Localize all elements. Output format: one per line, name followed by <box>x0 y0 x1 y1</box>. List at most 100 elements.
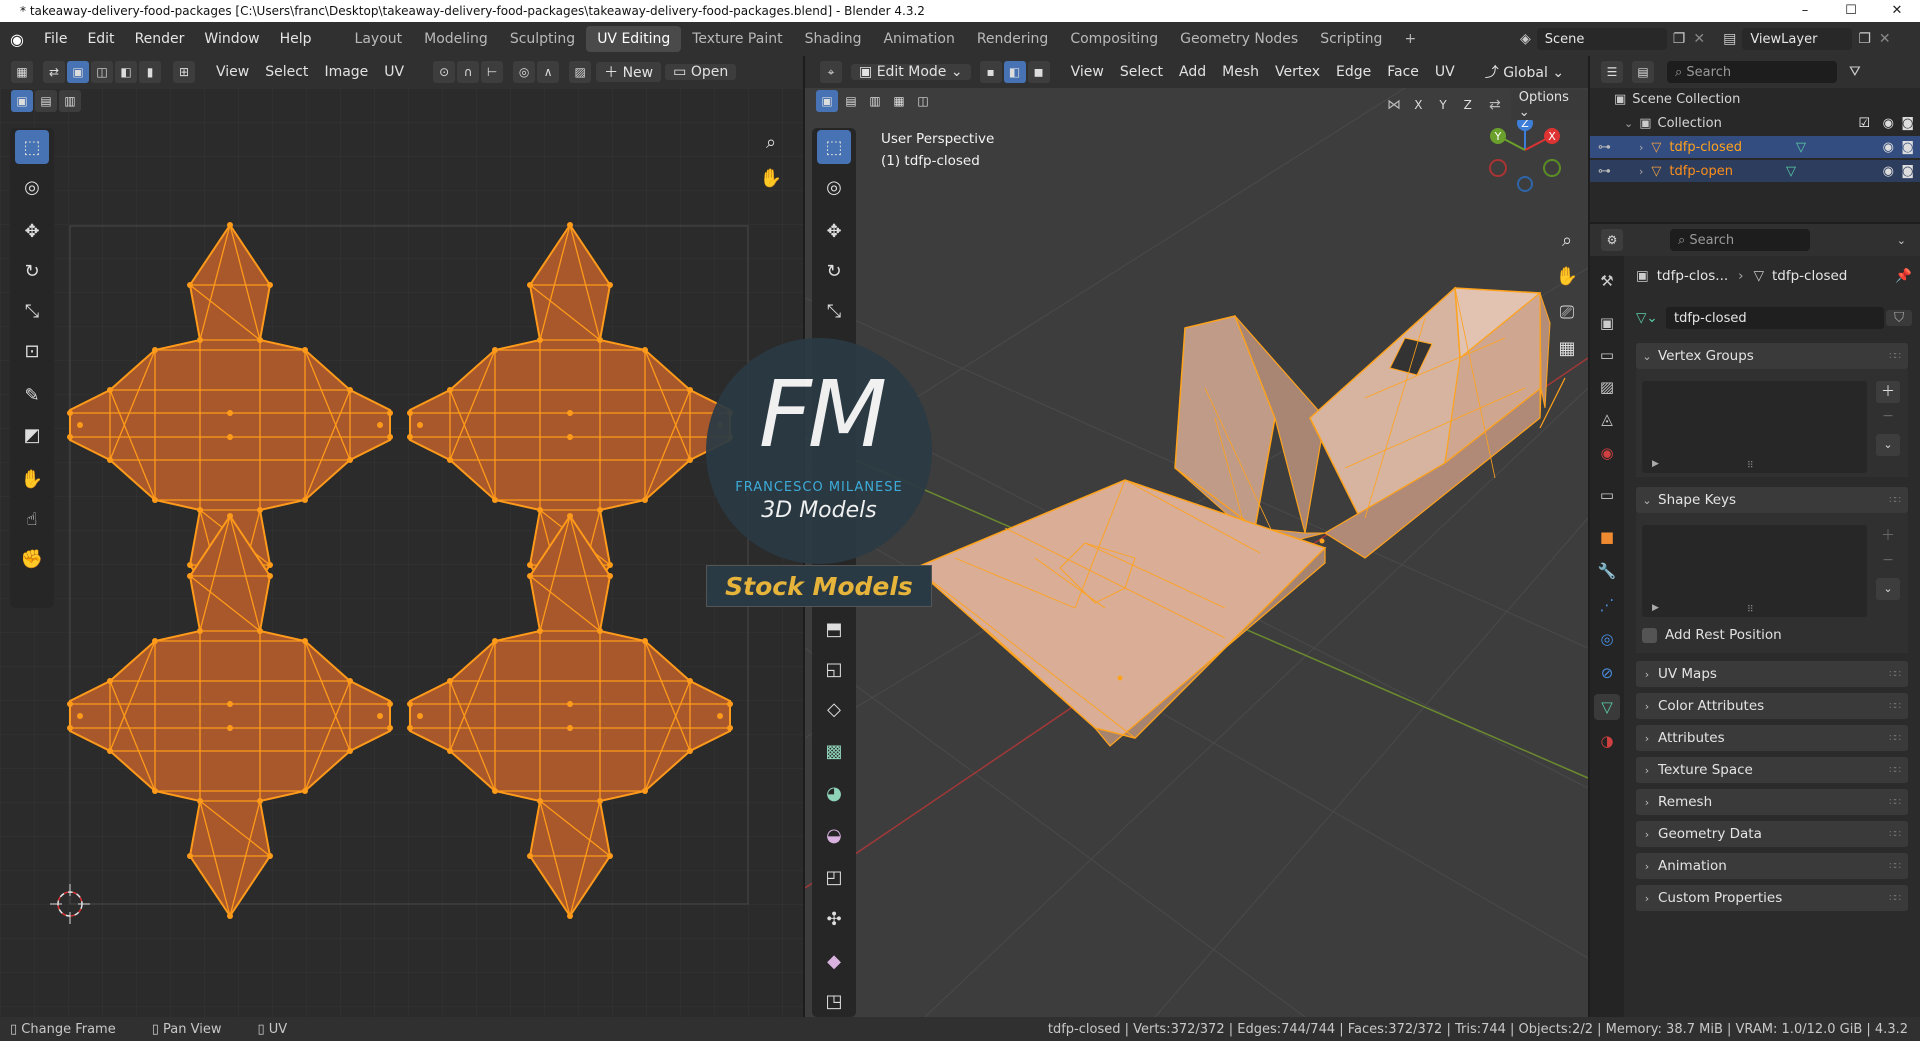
uv-maps-panel-header[interactable]: › UV Maps ∷∷ <box>1636 661 1908 687</box>
shape-keys-list[interactable]: ▶ ⠿ <box>1642 525 1867 617</box>
pin-icon[interactable]: 📌 <box>1895 268 1912 284</box>
editor-type-icon[interactable]: ▦ <box>11 61 33 83</box>
vp-menu-mesh[interactable]: Mesh <box>1214 64 1267 80</box>
uv-menu-image[interactable]: Image <box>316 64 376 80</box>
collection-visibility-icon[interactable]: ◉ <box>1883 116 1894 131</box>
vertex-select-icon[interactable]: ▣ <box>67 61 89 83</box>
object-tab-icon[interactable]: ■ <box>1594 524 1620 550</box>
spin-tool-icon[interactable]: ◰ <box>817 860 851 894</box>
menu-edit[interactable]: Edit <box>77 31 124 47</box>
vp-menu-uv[interactable]: UV <box>1427 64 1463 80</box>
fake-user-icon[interactable]: ⛉ <box>1886 310 1912 326</box>
viewlayer-selector[interactable]: ViewLayer <box>1742 28 1853 50</box>
constraints-tab-icon[interactable]: ⊘ <box>1594 660 1620 686</box>
vp-zoom-icon[interactable]: ⌕ <box>1553 226 1581 254</box>
menu-window[interactable]: Window <box>194 31 269 47</box>
vertex-group-specials-button[interactable]: ⌄ <box>1876 434 1900 456</box>
display-mode-icon[interactable]: ▤ <box>1632 61 1654 83</box>
uv-menu-select[interactable]: Select <box>257 64 316 80</box>
scene-icon[interactable]: ◈ <box>1520 31 1531 47</box>
menu-render[interactable]: Render <box>125 31 195 47</box>
object-name[interactable]: tdfp-closed <box>1669 140 1742 155</box>
pan-view-icon[interactable]: ✋ <box>757 164 785 192</box>
open-image-button[interactable]: ▭ Open <box>665 64 737 80</box>
panel-drag-handle-icon[interactable]: ∷∷ <box>1889 669 1901 680</box>
list-resize-grip-icon[interactable]: ⠿ <box>1747 605 1754 615</box>
animation-panel-header[interactable]: › Animation ∷∷ <box>1636 853 1908 879</box>
render-tab-icon[interactable]: ▣ <box>1594 310 1620 336</box>
rip-region-tool-icon[interactable]: ◳ <box>817 984 851 1017</box>
remesh-panel-header[interactable]: › Remesh ∷∷ <box>1636 789 1908 815</box>
properties-search[interactable]: ⌕ Search <box>1670 229 1810 251</box>
box-mesh[interactable] <box>913 286 1566 747</box>
new-image-button[interactable]: ＋ New <box>596 62 662 82</box>
panel-drag-handle-icon[interactable]: ∷∷ <box>1889 893 1901 904</box>
outliner-editor-type-icon[interactable]: ☰ <box>1601 61 1623 83</box>
vp-select-new-icon[interactable]: ▣ <box>816 90 838 112</box>
delete-viewlayer-icon[interactable]: ✕ <box>1879 31 1891 47</box>
mirror-x-toggle[interactable]: X <box>1408 94 1429 116</box>
panel-drag-handle-icon[interactable]: ∷∷ <box>1889 861 1901 872</box>
mode-selector[interactable]: ▣ Edit Mode ⌄ <box>851 64 971 80</box>
panel-drag-handle-icon[interactable]: ∷∷ <box>1889 495 1901 506</box>
outliner-search[interactable]: ⌕ Search <box>1667 61 1837 83</box>
vertex-mode-icon[interactable]: ▪ <box>979 61 1002 83</box>
cursor-tool-icon[interactable]: ◎ <box>15 170 49 204</box>
list-expand-icon[interactable]: ▶ <box>1652 459 1659 469</box>
panel-drag-handle-icon[interactable]: ∷∷ <box>1889 765 1901 776</box>
topology-mirror-icon[interactable]: ⇄ <box>1489 97 1501 113</box>
select-box-tool-icon[interactable]: ⬚ <box>15 130 49 164</box>
add-workspace-button[interactable]: + <box>1393 26 1427 52</box>
object-row[interactable]: ⊶ › ▽ tdfp-closed ▽ ◉ ◙ <box>1590 136 1920 158</box>
collection-expand-icon[interactable]: ⌄ <box>1624 117 1633 130</box>
vp-select-extend-icon[interactable]: ▤ <box>840 90 862 112</box>
panel-drag-handle-icon[interactable]: ∷∷ <box>1889 829 1901 840</box>
collection-render-icon[interactable]: ◙ <box>1901 116 1914 131</box>
proportional-edit-icon[interactable]: ◎ <box>513 61 536 83</box>
sticky-selection-icon[interactable]: ⊞ <box>173 61 195 83</box>
vp-menu-add[interactable]: Add <box>1171 64 1214 80</box>
filter-icon[interactable]: ⛛ <box>1849 64 1861 80</box>
vp-menu-select[interactable]: Select <box>1112 64 1171 80</box>
new-scene-icon[interactable]: ❐ <box>1673 31 1686 47</box>
modifier-tab-icon[interactable]: 🔧 <box>1594 558 1620 584</box>
add-rest-position-row[interactable]: Add Rest Position <box>1642 624 1782 646</box>
object-mode-icon[interactable]: ⊶ <box>1598 140 1611 155</box>
vp-pan-icon[interactable]: ✋ <box>1553 262 1581 290</box>
particles-tab-icon[interactable]: ⋰ <box>1594 592 1620 618</box>
tab-scripting[interactable]: Scripting <box>1309 26 1393 52</box>
mirror-y-toggle[interactable]: Y <box>1432 94 1454 116</box>
vp-menu-face[interactable]: Face <box>1379 64 1427 80</box>
tab-layout[interactable]: Layout <box>344 26 414 52</box>
menu-file[interactable]: File <box>34 31 77 47</box>
ortho-toggle-icon[interactable]: ▦ <box>1553 334 1581 362</box>
vp-scale-tool-icon[interactable]: ⤡ <box>817 294 851 328</box>
texture-space-panel-header[interactable]: › Texture Space ∷∷ <box>1636 757 1908 783</box>
object-visibility-icon[interactable]: ◉ <box>1883 140 1894 155</box>
vp-menu-edge[interactable]: Edge <box>1328 64 1379 80</box>
panel-drag-handle-icon[interactable]: ∷∷ <box>1889 797 1901 808</box>
viewport-canvas[interactable]: Z X Y <box>805 88 1588 1017</box>
vp-select-invert-icon[interactable]: ▦ <box>888 90 910 112</box>
view-layer-tab-icon[interactable]: ▨ <box>1594 374 1620 400</box>
collection-tab-icon[interactable]: ▭ <box>1594 482 1620 508</box>
menu-help[interactable]: Help <box>270 31 322 47</box>
pivot-icon[interactable]: ⊙ <box>433 61 456 83</box>
viewport-area[interactable]: Z X Y ▣ ▤ ▥ ▦ ◫ ⋈ X Y Z ⇄ Options ⌄ User… <box>805 88 1588 1017</box>
face-select-icon[interactable]: ◧ <box>115 61 137 83</box>
vp-menu-view[interactable]: View <box>1063 64 1112 80</box>
object-visibility-icon[interactable]: ◉ <box>1883 164 1894 179</box>
grab-tool-icon[interactable]: ✋ <box>15 462 49 496</box>
custom-properties-panel-header[interactable]: › Custom Properties ∷∷ <box>1636 885 1908 911</box>
geometry-data-panel-header[interactable]: › Geometry Data ∷∷ <box>1636 821 1908 847</box>
poly-build-tool-icon[interactable]: ◒ <box>817 818 851 852</box>
vertex-groups-panel-header[interactable]: ⌄ Vertex Groups ∷∷ <box>1636 343 1908 369</box>
shear-tool-icon[interactable]: ◆ <box>817 944 851 978</box>
scene-selector[interactable]: Scene <box>1536 28 1667 50</box>
attributes-panel-header[interactable]: › Attributes ∷∷ <box>1636 725 1908 751</box>
uv-canvas[interactable] <box>0 88 803 1017</box>
object-render-icon[interactable]: ◙ <box>1901 140 1914 155</box>
list-resize-grip-icon[interactable]: ⠿ <box>1747 461 1754 471</box>
extrude-tool-icon[interactable]: ⬒ <box>817 612 851 646</box>
tab-sculpting[interactable]: Sculpting <box>499 26 586 52</box>
